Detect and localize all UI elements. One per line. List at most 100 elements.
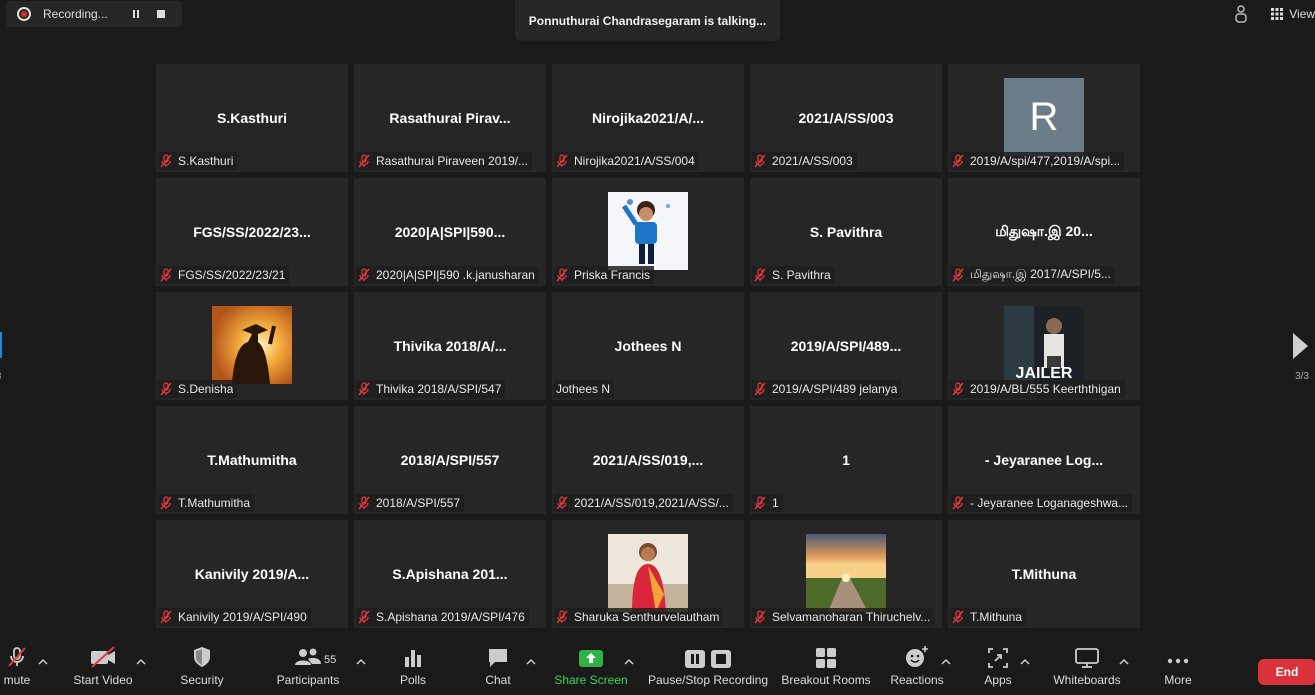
mic-muted-icon [952,268,964,282]
participant-name: 2019/A/SPI/489 jelanya [772,382,898,396]
participant-tile[interactable]: Rasathurai Pirav... Rasathurai Piraveen 2… [354,64,546,172]
mic-muted-icon [556,610,568,624]
participant-tile[interactable]: S. Pavithra S. Pavithra [750,178,942,286]
share-screen-button[interactable]: Share Screen [554,643,628,695]
participant-tile[interactable]: T.Mithuna T.Mithuna [948,520,1140,628]
participants-label: Participants [276,673,340,687]
participant-name-label: 2018/A/SPI/557 [356,494,465,512]
recording-label: Recording... [43,7,108,21]
participant-name: Sharuka Senthurvelautham [574,610,720,624]
participant-name: 2021/A/SS/019,2021/A/SS/... [574,496,729,510]
mic-muted-icon [952,610,964,624]
pause-stop-recording-button[interactable]: Pause/Stop Recording [647,643,769,695]
participant-name-label: 2019/A/spi/477,2019/A/spi... [950,152,1125,170]
participant-tile[interactable]: JAILER 2019/A/BL/555 Keerththigan [948,292,1140,400]
reactions-label: Reactions [890,673,944,687]
participant-name: 2018/A/SPI/557 [376,496,461,510]
share-screen-icon [579,650,603,667]
whiteboards-options-caret-icon[interactable] [1118,657,1130,667]
video-off-icon [91,646,115,668]
security-button[interactable]: Security [175,643,229,695]
participant-tile[interactable]: Selvamanoharan Thiruchelv... [750,520,942,628]
participant-tile[interactable]: R 2019/A/spi/477,2019/A/spi... [948,64,1140,172]
pause-stop-recording-label: Pause/Stop Recording [647,673,769,687]
participant-name-label: 2020|A|SPI|590 .k.janusharan [356,266,539,284]
participant-name-label: 2019/A/SPI/489 jelanya [752,380,902,398]
mic-muted-icon [952,496,964,510]
participants-options-caret-icon[interactable] [355,657,367,667]
participant-tile[interactable]: Jothees N Jothees N [552,292,744,400]
whiteboard-icon [1075,648,1099,668]
participant-tile[interactable]: Thivika 2018/A/... Thivika 2018/A/SPI/547 [354,292,546,400]
participant-name-label: 1 [752,494,783,512]
participants-count: 55 [324,654,337,666]
apps-icon [988,648,1008,668]
polls-button[interactable]: Polls [396,643,430,695]
mic-muted-icon [358,382,370,396]
participant-name-label: மிதுஷா.இ 2017/A/SPI/5... [950,266,1115,284]
participant-tile[interactable]: S.Denisha [156,292,348,400]
participant-tile[interactable]: FGS/SS/2022/23... FGS/SS/2022/23/21 [156,178,348,286]
whiteboards-button[interactable]: Whiteboards [1052,643,1122,695]
participant-tile[interactable]: - Jeyaranee Log... - Jeyaranee Loganagesh… [948,406,1140,514]
participant-name: மிதுஷா.இ 2017/A/SPI/5... [970,267,1111,281]
unmute-label: mute [3,673,31,687]
participant-name: Thivika 2018/A/SPI/547 [376,382,502,396]
breakout-rooms-button[interactable]: Breakout Rooms [781,643,871,695]
mic-muted-icon [160,496,172,510]
whiteboards-label: Whiteboards [1053,673,1121,687]
participant-tile[interactable]: 2021/A/SS/019,... 2021/A/SS/019,2021/A/SS… [552,406,744,514]
participant-tile[interactable]: 2020|A|SPI|590... 2020|A|SPI|590 .k.janus… [354,178,546,286]
active-speaker-banner: Ponnuthurai Chandrasegaram is talking... [515,0,780,41]
reactions-button[interactable]: Reactions [890,643,944,695]
pause-recording-icon[interactable] [133,10,139,18]
mic-muted-icon [358,496,370,510]
start-video-button[interactable]: Start Video [72,643,134,695]
participant-name: 2020|A|SPI|590 .k.janusharan [376,268,535,282]
participant-tile[interactable]: 2018/A/SPI/557 2018/A/SPI/557 [354,406,546,514]
participant-tile[interactable]: T.Mathumitha T.Mathumitha [156,406,348,514]
apps-button[interactable]: Apps [982,643,1014,695]
share-screen-label: Share Screen [554,673,628,687]
participant-name: Rasathurai Piraveen 2019/... [376,154,529,168]
participant-tile[interactable]: Nirojika2021/A/... Nirojika2021/A/SS/004 [552,64,744,172]
participant-tile[interactable]: Kanivily 2019/A... Kanivily 2019/A/SPI/49… [156,520,348,628]
participant-tile[interactable]: மிதுஷா.இ 20... மிதுஷா.இ 2017/A/SPI/5... [948,178,1140,286]
mic-muted-icon [160,268,172,282]
stop-recording-icon[interactable] [157,10,165,18]
participant-tile[interactable]: Sharuka Senthurvelautham [552,520,744,628]
participant-tile[interactable]: S.Apishana 201... S.Apishana 2019/A/SPI/4… [354,520,546,628]
participant-tile[interactable]: 11 [750,406,942,514]
participant-grid: S.Kasthuri S.Kasthuri Rasathurai Pirav... R… [156,64,1140,628]
participant-tile[interactable]: S.Kasthuri S.Kasthuri [156,64,348,172]
more-icon [1167,658,1189,664]
next-page-arrow-icon[interactable] [1288,331,1312,361]
mic-muted-icon [160,382,172,396]
reactions-options-caret-icon[interactable] [940,657,952,667]
participants-button[interactable]: Participants [276,643,340,695]
mic-muted-icon [754,496,766,510]
end-meeting-button[interactable]: End [1258,659,1315,685]
graduate-photo [212,306,292,384]
audio-options-caret-icon[interactable] [37,657,49,667]
share-options-caret-icon[interactable] [623,657,635,667]
participant-tile[interactable]: Priska Francis [552,178,744,286]
participant-name-label: FGS/SS/2022/23/21 [158,266,290,284]
view-button[interactable]: View [1271,7,1315,21]
apps-options-caret-icon[interactable] [1019,657,1031,667]
chat-options-caret-icon[interactable] [525,657,537,667]
recording-indicator: Recording... [6,1,182,27]
active-speaker-text: Ponnuthurai Chandrasegaram is talking... [528,13,767,28]
end-meeting-label: End [1275,665,1299,679]
participant-name-label: S.Kasthuri [158,152,238,170]
participant-tile[interactable]: 2019/A/SPI/489... 2019/A/SPI/489 jelanya [750,292,942,400]
reactions-icon [906,646,928,667]
previous-page-indicator[interactable] [0,332,2,358]
more-button[interactable]: More [1160,643,1196,695]
immersive-view-icon[interactable] [1231,4,1251,24]
video-options-caret-icon[interactable] [135,657,147,667]
participant-tile[interactable]: 2021/A/SS/003 2021/A/SS/003 [750,64,942,172]
participant-name: 2019/A/BL/555 Keerththigan [970,382,1121,396]
chat-button[interactable]: Chat [482,643,514,695]
unmute-button[interactable]: mute [0,643,34,695]
